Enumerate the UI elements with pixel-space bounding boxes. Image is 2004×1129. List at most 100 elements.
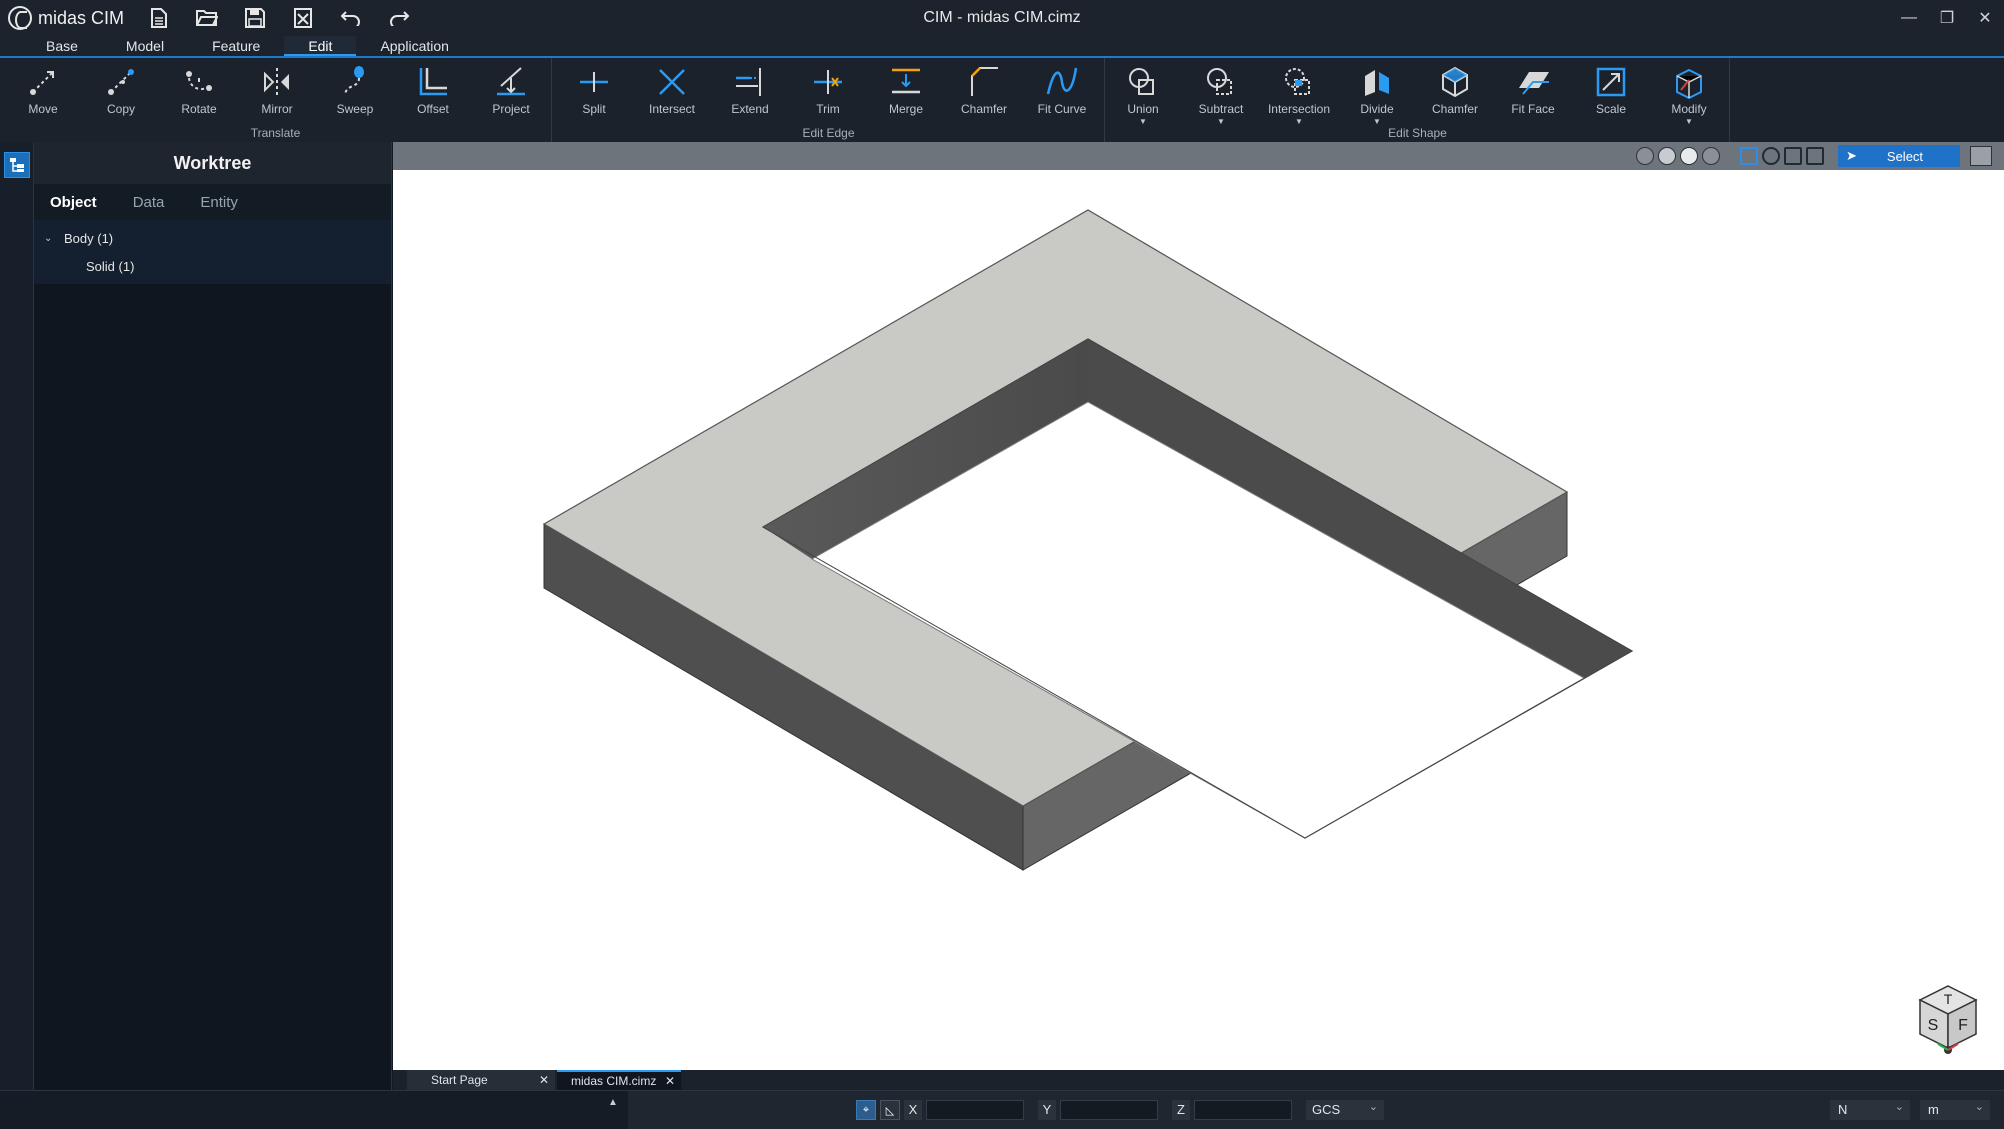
sweep-button[interactable]: Sweep bbox=[318, 64, 392, 120]
intersection-dropdown-icon[interactable]: ▼ bbox=[1295, 117, 1303, 126]
model-render[interactable] bbox=[393, 170, 2004, 1070]
intersection-button[interactable]: Intersection ▼ bbox=[1262, 64, 1336, 126]
cursor-icon: ➤ bbox=[1846, 148, 1857, 163]
trim-button[interactable]: Trim bbox=[791, 64, 865, 120]
restore-button[interactable]: ❐ bbox=[1928, 0, 1966, 36]
minimize-button[interactable]: — bbox=[1890, 0, 1928, 36]
move-button[interactable]: Move bbox=[6, 64, 80, 120]
fit-curve-button[interactable]: Fit Curve bbox=[1025, 64, 1099, 120]
mirror-button[interactable]: Mirror bbox=[240, 64, 314, 120]
undo-icon[interactable] bbox=[338, 5, 364, 31]
split-button[interactable]: Split bbox=[557, 64, 631, 120]
fit-face-button[interactable]: Fit Face bbox=[1496, 64, 1570, 120]
tab-application[interactable]: Application bbox=[356, 36, 473, 56]
intersect-icon bbox=[659, 69, 685, 95]
offset-icon bbox=[419, 68, 447, 96]
union-button[interactable]: Union ▼ bbox=[1106, 64, 1180, 126]
modify-button[interactable]: Modify ▼ bbox=[1652, 64, 1726, 126]
unit-selectors: N m bbox=[1830, 1097, 1990, 1120]
x-axis-label: X bbox=[904, 1100, 922, 1120]
viewport-options-icon[interactable] bbox=[1970, 146, 1992, 166]
intersect-button[interactable]: Intersect bbox=[635, 64, 709, 120]
y-coordinate-input[interactable] bbox=[1060, 1100, 1158, 1120]
shaded-edges-icon[interactable] bbox=[1658, 147, 1676, 165]
tab-model[interactable]: Model bbox=[102, 36, 188, 56]
length-unit-select[interactable]: m bbox=[1920, 1097, 1990, 1120]
copy-icon bbox=[108, 69, 134, 95]
viewcube-right-label[interactable]: F bbox=[1958, 1017, 1968, 1034]
chevron-down-icon[interactable]: ⌄ bbox=[44, 233, 64, 244]
object-tree: ⌄ Body (1) Solid (1) bbox=[34, 220, 391, 284]
shaded-icon[interactable] bbox=[1680, 147, 1698, 165]
document-tabs: Start Page ✕ midas CIM.cimz ✕ bbox=[393, 1070, 2004, 1090]
ribbon-group-edit-edge: Split Intersect Extend Trim Merge Chamfe… bbox=[553, 58, 1105, 142]
open-folder-icon[interactable] bbox=[194, 5, 220, 31]
tab-entity[interactable]: Entity bbox=[200, 194, 256, 211]
caret-up-icon[interactable]: ▲ bbox=[608, 1097, 618, 1108]
x-coordinate-input[interactable] bbox=[926, 1100, 1024, 1120]
save-icon[interactable] bbox=[242, 5, 268, 31]
tab-feature[interactable]: Feature bbox=[188, 36, 284, 56]
select-mode-button[interactable]: ➤ Select bbox=[1838, 145, 1960, 167]
new-file-icon[interactable] bbox=[146, 5, 172, 31]
divide-dropdown-icon[interactable]: ▼ bbox=[1373, 117, 1381, 126]
tab-edit[interactable]: Edit bbox=[284, 36, 357, 56]
status-message-area bbox=[0, 1091, 628, 1129]
close-icon[interactable]: ✕ bbox=[539, 1073, 549, 1087]
edge-chamfer-icon bbox=[971, 67, 998, 96]
copy-button[interactable]: Copy bbox=[84, 64, 158, 120]
view-cube[interactable]: T S F bbox=[1914, 982, 1982, 1058]
scale-icon bbox=[1596, 67, 1626, 97]
doc-tab-start-page[interactable]: Start Page ✕ bbox=[407, 1070, 555, 1090]
close-button[interactable]: ✕ bbox=[1966, 0, 2004, 36]
quick-access-toolbar bbox=[146, 5, 412, 31]
subtract-button[interactable]: Subtract ▼ bbox=[1184, 64, 1258, 126]
modify-dropdown-icon[interactable]: ▼ bbox=[1685, 117, 1693, 126]
tab-object[interactable]: Object bbox=[50, 194, 115, 211]
shape-chamfer-button[interactable]: Chamfer bbox=[1418, 64, 1492, 120]
subtract-dropdown-icon[interactable]: ▼ bbox=[1217, 117, 1225, 126]
union-dropdown-icon[interactable]: ▼ bbox=[1139, 117, 1147, 126]
z-axis-label: Z bbox=[1172, 1100, 1190, 1120]
tree-item-body[interactable]: ⌄ Body (1) bbox=[34, 224, 391, 252]
z-coordinate-input[interactable] bbox=[1194, 1100, 1292, 1120]
rotate-button[interactable]: Rotate bbox=[162, 64, 236, 120]
box-select-icon[interactable] bbox=[1740, 147, 1758, 165]
window-controls: — ❐ ✕ bbox=[1890, 0, 2004, 36]
extend-button[interactable]: Extend bbox=[713, 64, 787, 120]
close-file-icon[interactable] bbox=[290, 5, 316, 31]
midas-logo-icon bbox=[8, 6, 32, 30]
redo-icon[interactable] bbox=[386, 5, 412, 31]
shape-chamfer-icon bbox=[1442, 66, 1468, 98]
tab-data[interactable]: Data bbox=[133, 194, 183, 211]
lasso-select-icon[interactable] bbox=[1806, 147, 1824, 165]
force-unit-select[interactable]: N bbox=[1830, 1097, 1910, 1120]
divide-button[interactable]: Divide ▼ bbox=[1340, 64, 1414, 126]
doc-tab-midas-cim[interactable]: midas CIM.cimz ✕ bbox=[557, 1070, 681, 1090]
snap-icon[interactable]: ⌖ bbox=[856, 1100, 876, 1120]
viewcube-left-label[interactable]: S bbox=[1928, 1017, 1939, 1034]
merge-button[interactable]: Merge bbox=[869, 64, 943, 120]
project-button[interactable]: Project bbox=[474, 64, 548, 120]
circle-select-icon[interactable] bbox=[1762, 147, 1780, 165]
tree-item-solid[interactable]: Solid (1) bbox=[34, 252, 391, 280]
view-orient-icon[interactable] bbox=[1636, 147, 1654, 165]
scale-button[interactable]: Scale bbox=[1574, 64, 1648, 120]
rotate-icon bbox=[186, 71, 212, 91]
wireframe-icon[interactable] bbox=[1702, 147, 1720, 165]
tab-base[interactable]: Base bbox=[0, 36, 102, 56]
subtract-icon bbox=[1207, 68, 1232, 95]
coordinate-system-select[interactable]: GCS bbox=[1306, 1097, 1384, 1120]
polygon-select-icon[interactable] bbox=[1784, 147, 1802, 165]
offset-button[interactable]: Offset bbox=[396, 64, 470, 120]
split-icon bbox=[580, 72, 608, 92]
worktree-title: Worktree bbox=[34, 142, 391, 184]
viewcube-top-label[interactable]: T bbox=[1944, 991, 1953, 1007]
group-label-translate: Translate bbox=[250, 126, 301, 140]
trim-icon bbox=[814, 70, 842, 94]
worktree-tabs: Object Data Entity bbox=[34, 184, 391, 220]
edge-chamfer-button[interactable]: Chamfer bbox=[947, 64, 1021, 120]
angle-icon[interactable]: ◺ bbox=[880, 1100, 900, 1120]
worktree-toggle-button[interactable] bbox=[4, 152, 30, 178]
close-icon[interactable]: ✕ bbox=[665, 1074, 675, 1088]
